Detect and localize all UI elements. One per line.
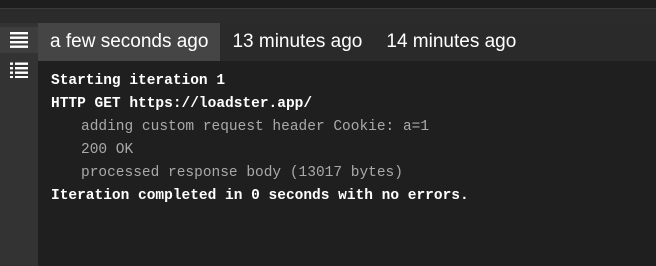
log-output: Starting iteration 1 HTTP GET https://lo… [38,61,656,266]
text-lines-icon [10,32,28,48]
tab-14-minutes-ago[interactable]: 14 minutes ago [374,23,528,61]
log-line: Starting iteration 1 [51,73,226,89]
history-tabs: a few seconds ago 13 minutes ago 14 minu… [38,23,656,61]
top-toolbar [0,0,656,9]
list-icon [10,62,28,78]
log-detail-line: processed response body (13017 bytes) [81,165,403,181]
list-view-button[interactable] [0,57,38,83]
log-line: HTTP GET https://loadster.app/ [51,96,313,112]
text-view-button[interactable] [0,27,38,53]
tab-a-few-seconds-ago[interactable]: a few seconds ago [38,23,221,61]
tab-13-minutes-ago[interactable]: 13 minutes ago [220,23,374,61]
log-line: Iteration completed in 0 seconds with no… [51,188,469,204]
log-detail-line: adding custom request header Cookie: a=1 [81,119,430,135]
sidebar [0,23,38,266]
log-detail-line: 200 OK [81,142,134,158]
